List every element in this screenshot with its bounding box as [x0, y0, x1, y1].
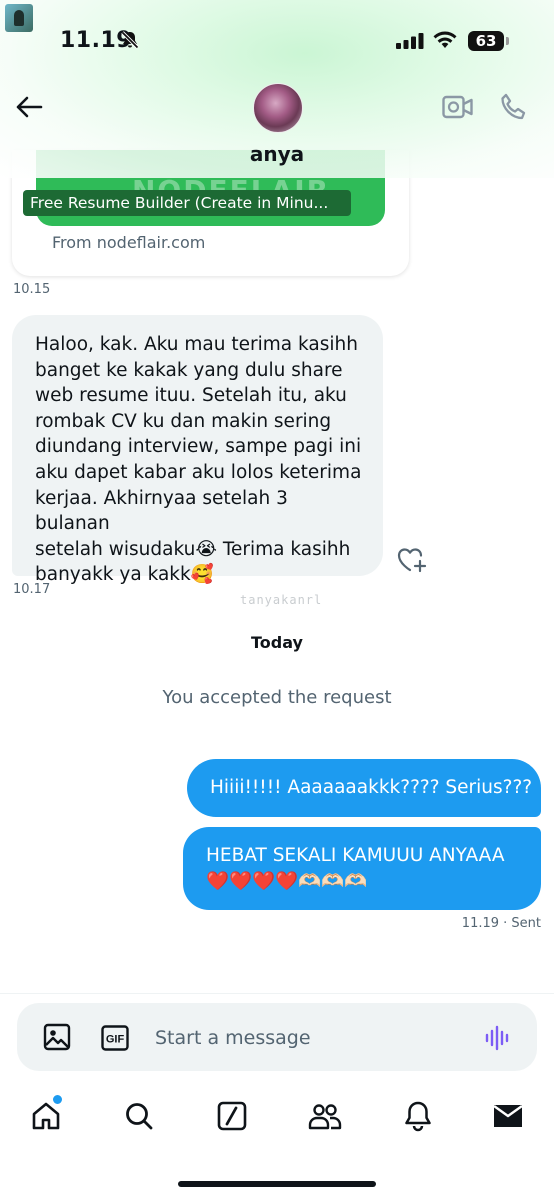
message-line: web resume ituu. Setelah itu, aku: [35, 385, 347, 407]
arrow-left-icon: [16, 96, 43, 118]
message-line: ❤️❤️❤️❤️🫶🏻🫶🏻🫶🏻: [206, 871, 368, 892]
sent-status: 11.19 · Sent: [461, 916, 541, 931]
gif-icon[interactable]: GIF: [101, 1025, 129, 1051]
link-preview-source: From nodeflair.com: [52, 233, 206, 252]
link-preview-title[interactable]: Free Resume Builder (Create in Minu...: [23, 190, 351, 216]
message-timestamp: 10.15: [13, 282, 51, 297]
nav-notifications[interactable]: [396, 1094, 440, 1138]
message-line: banget ke kakak yang dulu share: [35, 359, 343, 381]
message-composer: GIF: [17, 1003, 537, 1071]
back-button[interactable]: [12, 92, 46, 122]
app-avatar-icon: [5, 4, 33, 32]
message-timestamp: 10.17: [13, 582, 51, 597]
communities-icon: [308, 1104, 342, 1130]
date-divider: Today: [251, 633, 303, 652]
received-message-bubble[interactable]: Haloo, kak. Aku mau terima kasihh banget…: [12, 315, 383, 585]
grok-icon: [217, 1101, 247, 1131]
message-input[interactable]: [153, 1021, 457, 1055]
video-call-icon[interactable]: [442, 94, 474, 120]
message-line: kerjaa. Akhirnyaa setelah 3 bulanan: [35, 487, 288, 535]
add-reaction-icon[interactable]: [396, 545, 428, 575]
contact-avatar[interactable]: [253, 83, 303, 133]
bell-off-icon: [121, 31, 139, 49]
nav-messages[interactable]: [486, 1094, 530, 1138]
composer-divider: [0, 993, 554, 994]
voice-message-icon[interactable]: [484, 1024, 512, 1052]
message-line: setelah wisudaku😭 Terima kasihh: [35, 538, 351, 560]
message-line: banyakk ya kakk🥰: [35, 564, 214, 586]
search-icon: [126, 1103, 153, 1130]
wifi-icon: [433, 31, 457, 48]
system-message: You accepted the request: [162, 687, 392, 708]
home-notification-dot: [52, 1094, 63, 1105]
message-line: HEBAT SEKALI KAMUUU ANYAAA: [206, 845, 505, 866]
message-line: Hiiii!!!!! Aaaaaaakkk???? Serius???: [210, 777, 533, 798]
image-icon[interactable]: [43, 1023, 71, 1051]
cellular-signal-icon: [396, 33, 424, 49]
bottom-navigation: [0, 1094, 554, 1144]
notifications-icon: [405, 1101, 431, 1132]
gif-label: GIF: [106, 1034, 125, 1046]
sent-message-bubble[interactable]: HEBAT SEKALI KAMUUU ANYAAA ❤️❤️❤️❤️🫶🏻🫶🏻🫶…: [183, 827, 541, 910]
phone-icon[interactable]: [498, 92, 528, 122]
message-line: aku dapet kabar aku lolos keterima: [35, 461, 362, 483]
nav-grok[interactable]: [210, 1094, 254, 1138]
contact-name[interactable]: anya: [0, 142, 554, 166]
watermark-text: tanyakanrl: [240, 593, 323, 607]
conversation-header: anya: [0, 80, 554, 178]
battery-indicator: 63: [468, 31, 509, 51]
nav-search[interactable]: [117, 1094, 161, 1138]
nav-communities[interactable]: [303, 1094, 347, 1138]
message-line: Haloo, kak. Aku mau terima kasihh: [35, 334, 358, 355]
sent-message-bubble[interactable]: Hiiii!!!!! Aaaaaaakkk???? Serius???: [187, 759, 541, 817]
message-line: rombak CV ku dan makin sering: [35, 410, 332, 432]
message-line: diundang interview, sampe pagi ini: [35, 436, 362, 458]
home-indicator[interactable]: [178, 1181, 376, 1187]
messages-icon: [493, 1105, 523, 1127]
status-bar: 11.19 63: [0, 0, 554, 80]
